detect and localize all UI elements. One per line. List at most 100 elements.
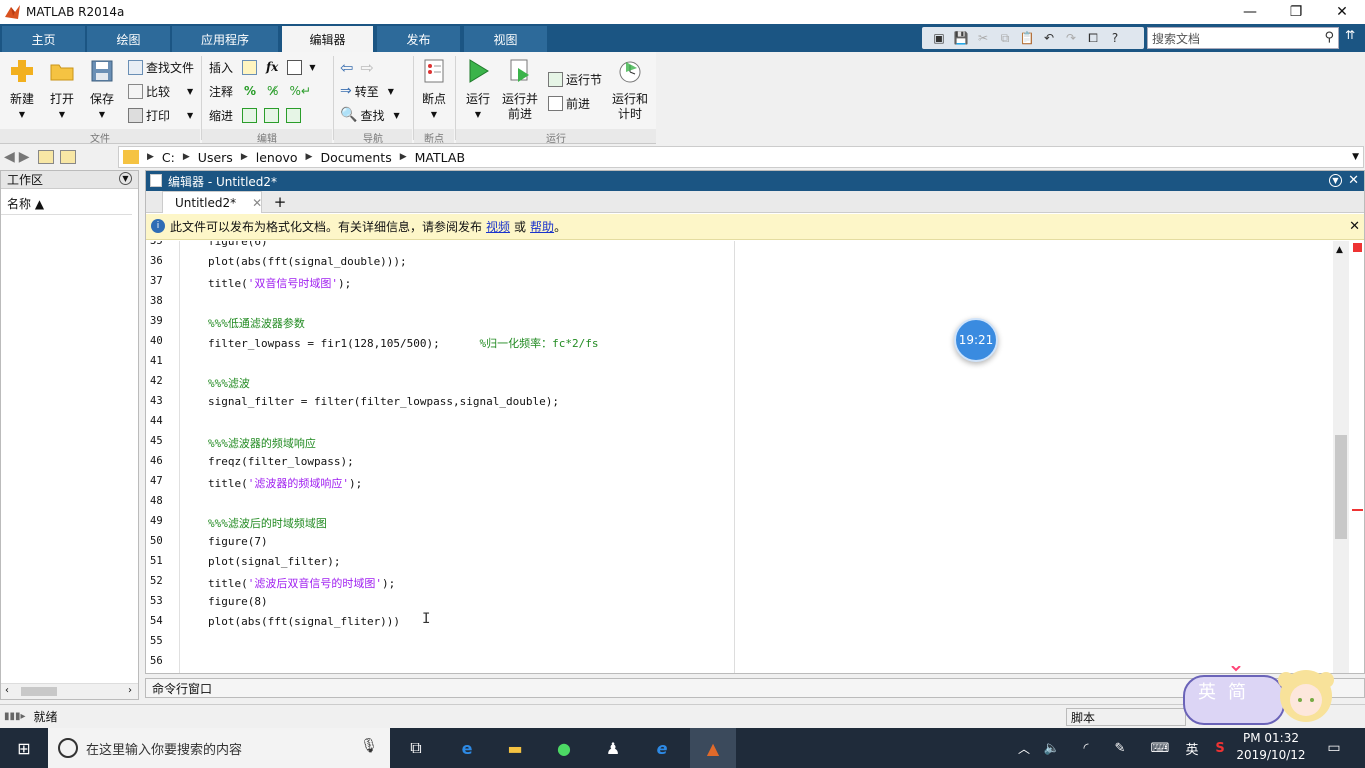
- tab-view[interactable]: 视图: [464, 26, 548, 52]
- comment-button[interactable]: 注释% %̸ %↵: [209, 82, 311, 100]
- goto-button[interactable]: ⇒ 转至 ▼: [340, 82, 394, 100]
- code-line[interactable]: %%%滤波后的时域频域图: [208, 515, 327, 531]
- tab-untitled2[interactable]: Untitled2* ✕: [162, 191, 262, 213]
- task-view-icon[interactable]: ⧉: [404, 736, 428, 760]
- new-button[interactable]: 新建 ▼: [2, 56, 42, 122]
- run-and-time-button[interactable]: 运行和 计时: [610, 56, 650, 122]
- insert-button[interactable]: 插入 fx ▼: [209, 58, 316, 76]
- tab-home[interactable]: 主页: [2, 26, 86, 52]
- wifi-icon[interactable]: ◜: [1074, 736, 1098, 760]
- path-part[interactable]: C:: [162, 150, 175, 165]
- workspace-menu-icon[interactable]: ▼: [119, 172, 132, 185]
- qat-paste-icon[interactable]: 📋: [1018, 30, 1036, 46]
- code-line[interactable]: title('滤波器的频域响应');: [208, 475, 362, 491]
- tab-apps[interactable]: 应用程序: [172, 26, 279, 52]
- new-tab-button[interactable]: +: [268, 191, 292, 213]
- volume-icon[interactable]: 🔈: [1040, 736, 1064, 760]
- qat-undo-icon[interactable]: ↶: [1040, 30, 1058, 46]
- code-line[interactable]: figure(7): [208, 535, 268, 548]
- browse-folder-icon[interactable]: [59, 150, 76, 164]
- recording-timer-badge[interactable]: 19:21: [954, 318, 998, 362]
- up-folder-icon[interactable]: [37, 150, 54, 164]
- error-indicator-icon[interactable]: [1353, 243, 1362, 252]
- code-area[interactable]: 35 36 37 38 39 40 41 42 43 44 45 46 47 48 49 50 51 52 53 54…: [146, 241, 1332, 673]
- code-line[interactable]: plot(abs(fft(signal_double)));: [208, 255, 407, 268]
- matlab-taskbar-icon[interactable]: ▲: [690, 728, 736, 768]
- code-line[interactable]: %%%低通滤波器参数: [208, 315, 305, 331]
- run-section-button[interactable]: 运行节: [548, 70, 602, 88]
- ime-language-indicator[interactable]: 英: [1180, 736, 1204, 760]
- code-line[interactable]: %%%滤波器的频域响应: [208, 435, 316, 451]
- compare-button[interactable]: 比较 ▼: [128, 82, 193, 100]
- editor-vscrollbar[interactable]: ▲: [1333, 241, 1349, 673]
- code-line[interactable]: filter_lowpass = fir1(128,105/500); %归一化…: [208, 335, 599, 351]
- code-line[interactable]: title('滤波后双音信号的时域图');: [208, 575, 395, 591]
- qat-cut-icon[interactable]: ✂: [974, 30, 992, 46]
- forward-arrow-icon[interactable]: ▶: [19, 149, 30, 165]
- error-marker[interactable]: [1352, 509, 1363, 511]
- path-part[interactable]: MATLAB: [415, 150, 465, 165]
- open-button[interactable]: 打开 ▼: [42, 56, 82, 122]
- tab-plots[interactable]: 绘图: [87, 26, 171, 52]
- tab-close-icon[interactable]: ✕: [252, 196, 262, 210]
- ime-mascot-widget[interactable]: 英 简: [1182, 665, 1342, 726]
- qat-help-icon[interactable]: ?: [1106, 30, 1124, 46]
- qat-save-icon[interactable]: 💾: [952, 30, 970, 46]
- file-explorer-icon[interactable]: ▬: [503, 736, 527, 760]
- workspace-name-column[interactable]: 名称 ▲: [1, 193, 132, 215]
- decrease-indent-icon[interactable]: [286, 107, 302, 123]
- scroll-up-icon[interactable]: ▲: [1336, 245, 1343, 255]
- search-docs-input[interactable]: 搜索文档 ⚲: [1147, 27, 1339, 49]
- percent-icon[interactable]: %: [244, 84, 256, 98]
- scroll-thumb[interactable]: [21, 687, 57, 696]
- wechat-icon[interactable]: ●: [552, 736, 576, 760]
- qat-switch-window-icon[interactable]: ⧠: [1084, 30, 1102, 46]
- current-folder-path[interactable]: ▶ C: ▶ Users ▶ lenovo ▶ Documents ▶ MATL…: [118, 146, 1364, 168]
- tab-editor[interactable]: 编辑器: [282, 26, 374, 52]
- taskbar-clock[interactable]: PM 01:32 2019/10/12: [1236, 730, 1306, 764]
- find-button[interactable]: 🔍 查找 ▼: [340, 106, 400, 124]
- code-line[interactable]: figure(8): [208, 595, 268, 608]
- path-dropdown-icon[interactable]: ▼: [1352, 152, 1359, 162]
- path-part[interactable]: lenovo: [256, 150, 298, 165]
- editor-close-icon[interactable]: ✕: [1348, 173, 1359, 188]
- fx-icon[interactable]: fx: [266, 60, 278, 74]
- banner-video-link[interactable]: 视频: [486, 218, 510, 235]
- wrap-comment-icon[interactable]: %↵: [289, 84, 310, 98]
- back-arrow-icon[interactable]: ◀: [4, 149, 15, 165]
- qat-copy-icon[interactable]: ⧉: [996, 30, 1014, 46]
- find-files-button[interactable]: 查找文件: [128, 58, 194, 76]
- breakpoints-button[interactable]: 断点 ▼: [414, 56, 454, 122]
- show-hidden-icons[interactable]: ︿: [1012, 736, 1036, 760]
- pen-icon[interactable]: ✎: [1108, 736, 1132, 760]
- insert-function-icon[interactable]: [287, 59, 303, 75]
- code-line[interactable]: plot(signal_filter);: [208, 555, 340, 568]
- microphone-icon[interactable]: 🎙: [360, 738, 378, 754]
- ie-icon[interactable]: e: [650, 736, 674, 760]
- print-button[interactable]: 打印 ▼: [128, 106, 193, 124]
- scroll-right-icon[interactable]: ›: [128, 685, 132, 696]
- smart-indent-icon[interactable]: [242, 107, 258, 123]
- workspace-hscrollbar[interactable]: ‹ ›: [1, 683, 138, 699]
- keyboard-icon[interactable]: ⌨: [1148, 736, 1172, 760]
- code-line[interactable]: title('双音信号时域图');: [208, 275, 351, 291]
- tab-publish[interactable]: 发布: [377, 26, 461, 52]
- run-button[interactable]: 运行 ▼: [458, 56, 498, 122]
- indent-button[interactable]: 缩进: [209, 106, 302, 124]
- qat-redo-icon[interactable]: ↷: [1062, 30, 1080, 46]
- path-part[interactable]: Users: [198, 150, 233, 165]
- banner-close-icon[interactable]: ✕: [1349, 219, 1360, 234]
- run-and-advance-button[interactable]: 运行并 前进: [500, 56, 540, 122]
- scroll-left-icon[interactable]: ‹: [5, 685, 9, 696]
- advance-button[interactable]: 前进: [548, 94, 590, 112]
- minimize-button[interactable]: —: [1227, 0, 1273, 24]
- editor-menu-icon[interactable]: ▼: [1329, 174, 1342, 187]
- code-line[interactable]: plot(abs(fft(signal_fliter))): [208, 615, 400, 628]
- sogou-ime-icon[interactable]: S: [1208, 736, 1232, 760]
- pin-icon[interactable]: ⇈: [1345, 28, 1355, 42]
- uncomment-icon[interactable]: %̸: [267, 84, 278, 98]
- search-icon[interactable]: ⚲: [1324, 30, 1334, 45]
- banner-help-link[interactable]: 帮助: [530, 218, 554, 235]
- path-part[interactable]: Documents: [320, 150, 391, 165]
- back-forward-buttons[interactable]: ⇦ ⇨: [340, 58, 374, 77]
